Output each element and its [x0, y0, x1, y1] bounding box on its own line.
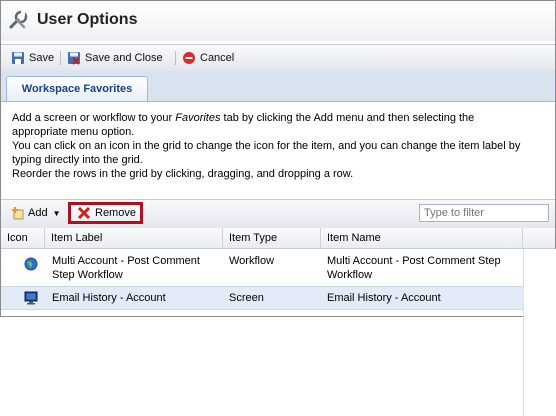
instruction-line: Reorder the rows in the grid by clicking…: [12, 168, 354, 180]
save-and-close-label: Save and Close: [85, 52, 163, 64]
chevron-down-icon: ▼: [52, 208, 61, 218]
item-label-cell[interactable]: Multi Account - Post Comment Step Workfl…: [52, 254, 200, 282]
remove-button[interactable]: Remove: [68, 202, 143, 224]
cancel-button[interactable]: Cancel: [182, 50, 234, 66]
favorites-panel: Add a screen or workflow to your Favorit…: [1, 102, 556, 416]
table-row[interactable]: Email History - Account Screen Email His…: [1, 286, 523, 310]
main-toolbar: Save Save and Close Cancel: [1, 44, 555, 72]
item-name-cell: Email History - Account: [327, 292, 441, 304]
column-header-item-name[interactable]: Item Name: [321, 228, 523, 248]
filter-input[interactable]: [419, 204, 549, 222]
column-header-item-label[interactable]: Item Label: [45, 228, 223, 248]
user-options-window: User Options Save Save and Close Cancel …: [0, 0, 556, 416]
toolbar-separator: [175, 51, 176, 65]
remove-label: Remove: [95, 207, 136, 219]
instruction-line: Add a screen or workflow to your Favorit…: [12, 112, 475, 124]
floppy-disk-icon: [11, 51, 25, 65]
table-row[interactable]: Multi Account - Post Comment Step Workfl…: [1, 249, 523, 285]
save-button[interactable]: Save: [11, 50, 54, 66]
instruction-line: typing directly into the grid.: [12, 154, 143, 166]
item-label-cell[interactable]: Email History - Account: [52, 291, 166, 305]
add-item-icon: [11, 206, 25, 220]
globe-icon[interactable]: [24, 257, 38, 275]
tab-workspace-favorites[interactable]: Workspace Favorites: [6, 76, 148, 101]
add-menu-button[interactable]: Add ▼: [11, 206, 61, 220]
save-and-close-button[interactable]: Save and Close: [67, 50, 163, 66]
item-name-cell: Multi Account - Post Comment Step Workfl…: [327, 255, 501, 281]
add-label: Add: [28, 207, 48, 219]
item-type-cell: Screen: [229, 292, 264, 304]
grid-scrollbar-track[interactable]: [523, 249, 556, 416]
cancel-label: Cancel: [200, 52, 235, 64]
cancel-icon: [182, 51, 196, 65]
item-type-cell: Workflow: [229, 255, 275, 267]
remove-x-icon: [77, 206, 91, 220]
title-bar: User Options: [1, 1, 555, 41]
window-title: User Options: [37, 11, 138, 28]
column-header-icon[interactable]: Icon: [1, 228, 45, 248]
save-close-icon: [67, 51, 81, 65]
monitor-icon[interactable]: [24, 291, 38, 309]
wrench-icon: [7, 9, 29, 31]
column-header-item-type[interactable]: Item Type: [223, 228, 321, 248]
grid-header: Icon Item Label Item Type Item Name: [1, 228, 555, 249]
instructions-text: Add a screen or workflow to your Favorit…: [12, 111, 542, 181]
instruction-line: appropriate menu option.: [12, 126, 135, 138]
toolbar-separator: [60, 51, 61, 65]
tab-strip: Workspace Favorites: [1, 71, 555, 102]
instruction-line: You can click on an icon in the grid to …: [12, 140, 521, 152]
save-label: Save: [29, 52, 55, 64]
grid-toolbar: Add ▼ Remove: [1, 199, 555, 229]
